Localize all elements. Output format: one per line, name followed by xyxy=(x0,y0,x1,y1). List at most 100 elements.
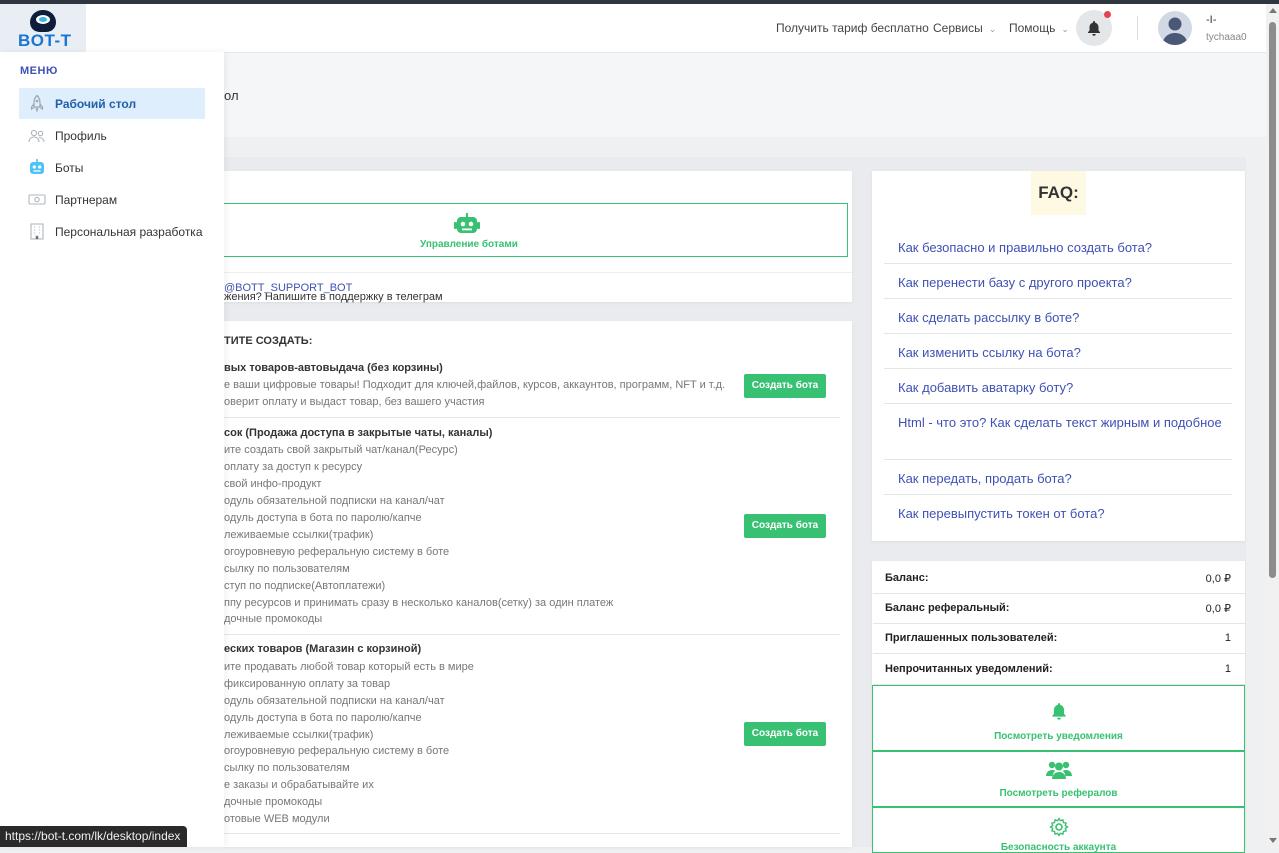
chevron-down-icon: ⌄ xyxy=(988,24,997,34)
faq-item[interactable]: Как добавить аватарку боту? xyxy=(884,368,1232,404)
account-security-button[interactable]: Безопасность аккаунта xyxy=(872,807,1245,853)
sidebar-item-profile[interactable]: Профиль xyxy=(19,120,205,151)
scroll-down-arrow-icon[interactable] xyxy=(1269,838,1277,843)
create-bot-button[interactable]: Создать бота xyxy=(744,374,826,398)
users-icon xyxy=(28,129,45,143)
faq-link[interactable]: Как передать, продать бота? xyxy=(898,468,1222,489)
header-divider xyxy=(1137,16,1138,40)
sidebar-item-label: Рабочий стол xyxy=(55,97,137,111)
faq-link[interactable]: Как добавить аватарку боту? xyxy=(898,377,1222,398)
faq-link[interactable]: Как перевыпустить токен от бота? xyxy=(898,503,1222,524)
product-feature: ите создать свой закрытый чат/канал(Ресу… xyxy=(224,444,458,456)
scroll-up-arrow-icon[interactable] xyxy=(1269,8,1277,13)
product-feature: дочные промокоды xyxy=(224,796,323,808)
product-feature: е ваши цифровые товары! Подходит для клю… xyxy=(224,379,726,391)
help-menu-label: Помощь xyxy=(1009,21,1056,35)
support-text: жения? Напишите в поддержку в телеграм xyxy=(224,291,443,303)
help-menu[interactable]: Помощь ⌄ xyxy=(1009,21,1069,35)
stat-label: Приглашенных пользователей: xyxy=(885,632,1058,644)
product-feature: свой инфо-продукт xyxy=(224,478,322,490)
faq-item[interactable]: Html - что это? Как сделать текст жирным… xyxy=(884,403,1232,460)
user-login: tychaaa0 xyxy=(1206,32,1247,43)
divider xyxy=(224,634,840,635)
menu-title: МЕНЮ xyxy=(20,65,58,77)
sidebar-item-label: Профиль xyxy=(55,129,107,143)
faq-link[interactable]: Как сделать рассылку в боте? xyxy=(898,307,1222,328)
view-referrals-label: Посмотреть рефералов xyxy=(999,788,1118,799)
create-bot-button[interactable]: Создать бота xyxy=(744,722,826,746)
money-icon xyxy=(28,194,46,205)
stat-row: Баланс: 0,0 ₽ xyxy=(873,562,1245,594)
bell-icon xyxy=(1052,703,1066,720)
faq-link[interactable]: Html - что это? Как сделать текст жирным… xyxy=(898,412,1222,433)
product-feature: леживаемые ссылки(трафик) xyxy=(224,529,374,541)
stat-row: Непрочитанных уведомлений: 1 xyxy=(873,653,1245,685)
faq-item[interactable]: Как сделать рассылку в боте? xyxy=(884,298,1232,334)
product-feature: огоуровневую реферальную систему в боте xyxy=(224,745,450,757)
services-menu[interactable]: Сервисы ⌄ xyxy=(933,21,996,35)
view-referrals-button[interactable]: Посмотреть рефералов xyxy=(872,751,1245,807)
faq-item[interactable]: Как перевыпустить токен от бота? xyxy=(884,494,1232,529)
gear-icon xyxy=(1049,817,1069,837)
product-feature: оплату за доступ к ресурсу xyxy=(224,461,363,473)
services-menu-label: Сервисы xyxy=(933,21,983,35)
product-feature: фиксированную оплату за товар xyxy=(224,678,391,690)
stat-value: 1 xyxy=(1224,663,1231,675)
scrollbar-thumb[interactable] xyxy=(1269,22,1276,578)
manage-bots-button[interactable]: Управление ботами xyxy=(224,203,848,257)
status-bar-url: https://bot-t.com/lk/desktop/index xyxy=(0,826,188,847)
avatar[interactable] xyxy=(1158,11,1192,45)
product-feature: оверит оплату и выдаст товар, без вашего… xyxy=(224,396,485,408)
support-row: жения? Напишите в поддержку в телеграм @B… xyxy=(224,272,852,303)
logo-text: BOT-T xyxy=(18,31,72,50)
stat-label: Баланс реферальный: xyxy=(885,602,1010,614)
product-feature: одуль обязательной подписки на канал/чат xyxy=(224,695,445,707)
logo[interactable]: BOT-T xyxy=(0,4,86,52)
stat-value: 1 xyxy=(1224,632,1231,644)
faq-link[interactable]: Как перенести базу с другого проекта? xyxy=(898,272,1222,293)
get-free-tariff-link[interactable]: Получить тариф бесплатно xyxy=(776,21,929,35)
faq-item[interactable]: Как безопасно и правильно создать бота? xyxy=(884,228,1232,264)
sidebar: МЕНЮ Рабочий стол Профиль Боты Партнерам… xyxy=(0,52,224,847)
stat-value: 0,0 ₽ xyxy=(1205,573,1231,585)
product-feature: одуль доступа в бота по паролю/капче xyxy=(224,712,422,724)
logo-eye-icon xyxy=(30,10,56,32)
product-feature: одуль доступа в бота по паролю/капче xyxy=(224,512,422,524)
sidebar-item-bots[interactable]: Боты xyxy=(19,152,205,183)
product-feature: леживаемые ссылки(трафик) xyxy=(224,729,374,741)
page-title: ол xyxy=(224,88,239,103)
robot-icon xyxy=(30,159,44,174)
create-bot-button[interactable]: Создать бота xyxy=(744,514,826,538)
product-feature: сылку по пользователям xyxy=(224,563,350,575)
faq-item[interactable]: Как передать, продать бота? xyxy=(884,459,1232,495)
manage-bots-label: Управление ботами xyxy=(420,239,518,250)
sidebar-item-label: Персональная разработка xyxy=(55,225,203,239)
account-security-label: Безопасность аккаунта xyxy=(1000,842,1117,853)
sidebar-item-personal-dev[interactable]: Персональная разработка xyxy=(19,216,205,247)
sidebar-item-label: Партнерам xyxy=(55,193,118,207)
notification-dot xyxy=(1104,11,1111,18)
users-icon xyxy=(1046,761,1072,779)
user-name[interactable]: -I- xyxy=(1206,14,1216,26)
stat-label: Непрочитанных уведомлений: xyxy=(885,663,1053,675)
product-feature: одуль обязательной подписки на канал/чат xyxy=(224,495,445,507)
page-scrollbar[interactable] xyxy=(1266,4,1279,847)
user-avatar-icon xyxy=(1162,17,1188,45)
sidebar-item-partners[interactable]: Партнерам xyxy=(19,184,205,215)
building-icon xyxy=(30,223,44,240)
view-notifications-button[interactable]: Посмотреть уведомления xyxy=(872,685,1245,751)
faq-item[interactable]: Как перенести базу с другого проекта? xyxy=(884,263,1232,299)
product-feature: ите продавать любой товар который есть в… xyxy=(224,661,474,673)
product-title: вых товаров-автовыдача (без корзины) xyxy=(224,362,443,374)
faq-link[interactable]: Как изменить ссылку на бота? xyxy=(898,342,1222,363)
stat-value: 0,0 ₽ xyxy=(1205,603,1231,615)
product-feature: ступ по подписке(Автоплатежи) xyxy=(224,580,386,592)
divider xyxy=(224,833,840,834)
sidebar-item-desktop[interactable]: Рабочий стол xyxy=(19,88,205,119)
bell-icon xyxy=(1088,21,1100,36)
faq-item[interactable]: Как изменить ссылку на бота? xyxy=(884,333,1232,369)
stat-row: Приглашенных пользователей: 1 xyxy=(873,622,1245,654)
stat-label: Баланс: xyxy=(885,572,929,584)
chevron-down-icon: ⌄ xyxy=(1061,24,1069,34)
faq-link[interactable]: Как безопасно и правильно создать бота? xyxy=(898,237,1222,258)
